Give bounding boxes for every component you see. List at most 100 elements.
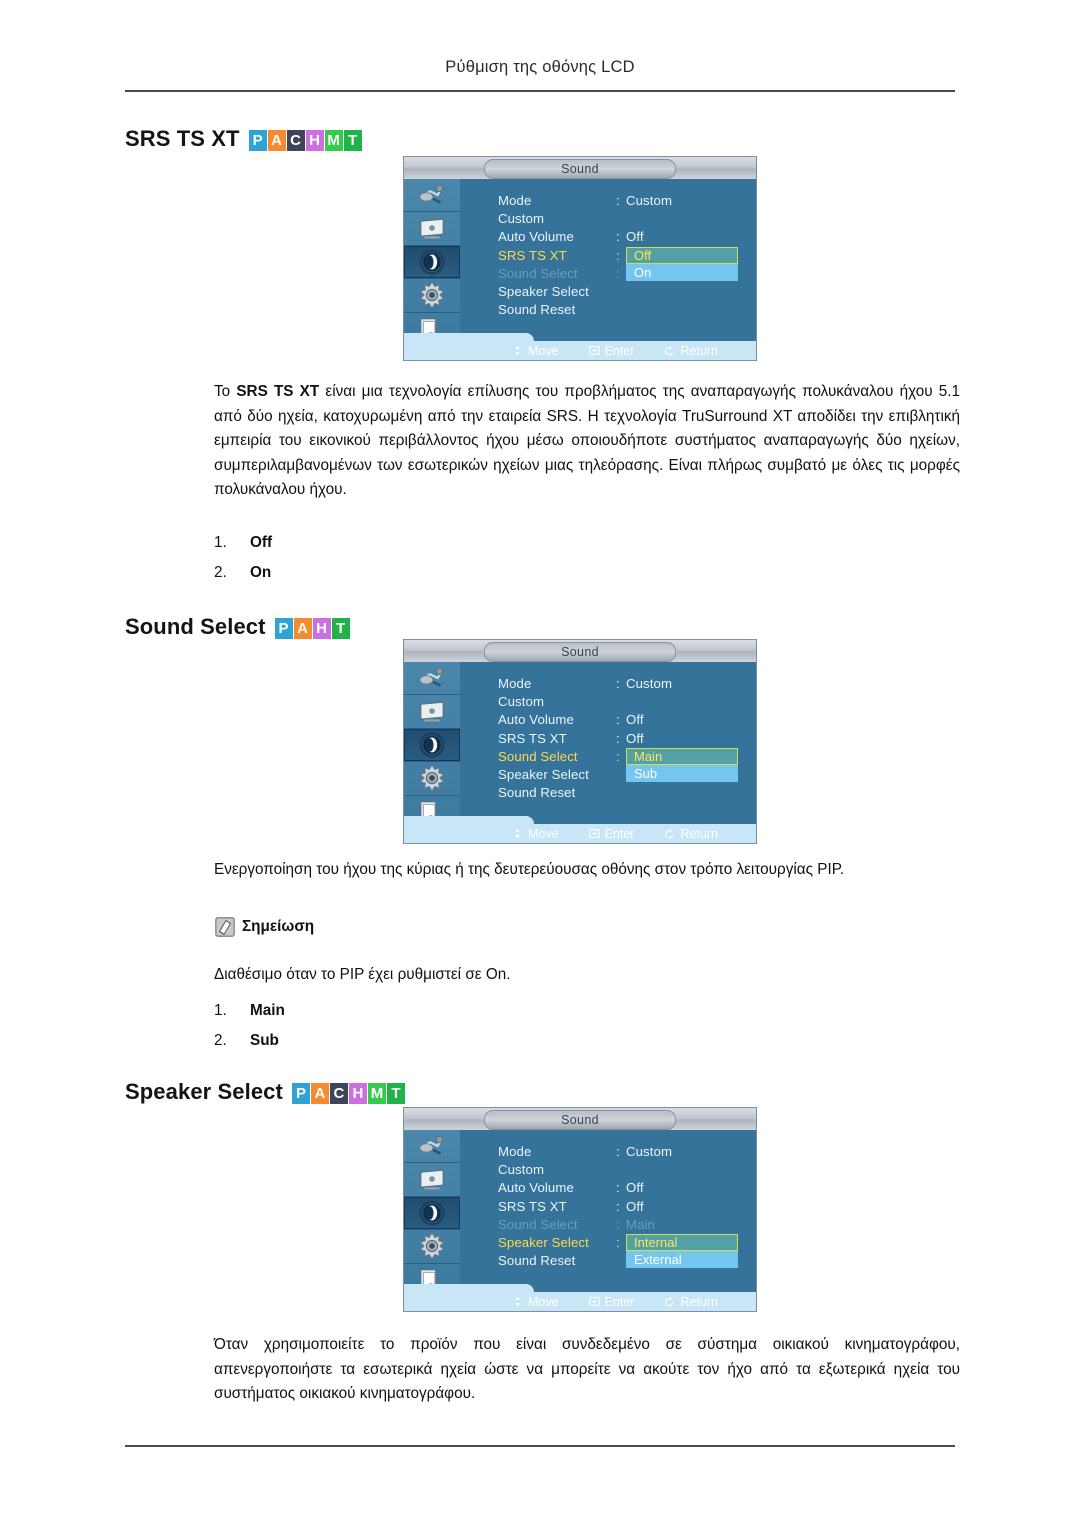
osd-menu-item-srs-ts-xt[interactable]: SRS TS XT: Off [498,1199,750,1217]
osd-footer-enter[interactable]: Enter [588,827,634,841]
model-badge-p: P [248,129,267,151]
osd-menu-item-custom[interactable]: Custom [498,211,750,229]
osd-item-value [626,785,750,803]
osd-item-label: Sound Select [498,1216,578,1232]
setup-gear-icon [419,1232,445,1261]
osd-sidebar [404,179,461,346]
osd-sidebar-item-setup-gear[interactable] [404,279,460,313]
osd-item-label: Sound Select [498,748,578,764]
osd-item-label: Custom [498,1162,545,1178]
osd-option-selected[interactable]: Internal [626,1234,738,1251]
osd-footer-label: Enter [604,1294,635,1309]
osd-menu-item-sound-reset[interactable]: Sound Reset [498,302,750,320]
osd-menu-item-auto-volume[interactable]: Auto Volume: Off [498,712,750,730]
model-badge-h: H [312,617,331,639]
list-item-number: 1. [214,1002,227,1019]
footer-divider [125,1445,955,1447]
osd-item-value [626,694,750,712]
osd-menu-item-srs-ts-xt[interactable]: SRS TS XT: Off [498,731,750,749]
osd-screenshot-speaker-select: Sound Mode: Custom Custom Auto Volume: Off SRS… [404,1108,756,1311]
osd-menu-item-auto-volume[interactable]: Auto Volume: Off [498,1180,750,1198]
note-icon [215,917,235,937]
osd-menu-item-auto-volume[interactable]: Auto Volume: Off [498,229,750,247]
osd-item-colon: : [616,712,620,728]
enter-icon [588,1297,600,1306]
osd-menu-item-mode[interactable]: Mode: Custom [498,1144,750,1162]
osd-menu-item-custom[interactable]: Custom [498,694,750,712]
osd-footer-move[interactable]: Move [512,827,559,841]
osd-footer-enter[interactable]: Enter [588,343,635,358]
osd-sidebar-item-sound[interactable] [404,245,460,280]
osd-title: Sound [484,642,676,662]
osd-sidebar-item-input-source[interactable] [404,179,460,213]
osd-item-colon: : [616,229,620,245]
osd-footer-label: Enter [604,343,635,358]
osd-sidebar-item-sound[interactable] [404,728,460,763]
osd-footer-move[interactable]: Move [512,344,559,358]
osd-item-value: Off [626,229,644,245]
osd-item-value [626,1162,750,1180]
osd-menu-body: Mode: Custom Custom Auto Volume: Off SRS TS X… [460,179,756,341]
osd-item-label: Speaker Select [498,1234,589,1250]
return-icon [665,345,674,356]
section-heading-speaker-select: Speaker Select PACHMT [125,1079,405,1105]
osd-item-value: Off [626,730,644,746]
osd-footer-return[interactable]: Return [664,827,718,841]
osd-title-bar: Sound [404,1108,756,1131]
document-page: Ρύθμιση της οθόνης LCD SRS TS XT PACHMT … [0,0,1080,1527]
osd-item-label: Custom [498,694,545,710]
model-badge-h: H [305,129,324,151]
osd-sidebar-item-picture[interactable] [404,695,460,729]
osd-option-alternate[interactable]: On [626,263,738,281]
osd-sidebar-item-sound[interactable] [404,1196,460,1231]
list-item-number: 1. [214,534,227,551]
input-source-icon [419,1135,444,1155]
osd-option-popup[interactable]: Off On [626,246,738,281]
osd-option-alternate[interactable]: External [626,1251,738,1268]
header-divider [125,90,955,92]
input-source-icon [419,184,444,204]
body-paragraph-sound-select: Ενεργοποίηση του ήχου της κύριας ή της δ… [214,861,845,878]
model-badges: PACHMT [248,129,362,151]
osd-option-popup[interactable]: Main Sub [626,747,738,782]
osd-sidebar-item-input-source[interactable] [404,662,460,696]
osd-menu-item-custom[interactable]: Custom [498,1162,750,1180]
list-item: 1. Off [214,528,614,558]
model-badge-t: T [331,617,350,639]
input-source-icon [419,667,444,687]
osd-item-label: Mode [498,1144,532,1159]
sound-icon [419,1200,445,1226]
model-badges: PACHMT [291,1082,405,1104]
osd-option-selected[interactable]: Main [626,747,738,765]
osd-menu-item-sound-select[interactable]: Sound Select: Main [498,1217,750,1235]
osd-option-alternate[interactable]: Sub [626,764,738,782]
osd-menu-item-speaker-select[interactable]: Speaker Select [498,284,750,302]
osd-screenshot-sound-select: Sound Mode: Custom Custom Auto Volume: Off SRS… [404,640,756,843]
body-paragraph-srs: Το SRS TS XT είναι μια τεχνολογία επίλυσ… [214,383,960,498]
osd-title-bar: Sound [404,640,756,663]
osd-item-label: Sound Reset [498,302,576,318]
osd-sidebar-item-setup-gear[interactable] [404,762,460,796]
osd-item-colon [616,785,626,803]
osd-footer-return[interactable]: Return [664,344,718,358]
osd-sidebar-item-picture[interactable] [404,1163,460,1197]
osd-option-selected[interactable]: Off [626,246,738,264]
osd-footer-enter[interactable]: Enter [588,1294,635,1309]
osd-menu-item-mode[interactable]: Mode: Custom [498,193,750,211]
osd-item-value: Custom [626,676,673,691]
osd-sidebar-item-input-source[interactable] [404,1130,460,1164]
osd-sidebar-item-setup-gear[interactable] [404,1230,460,1264]
osd-item-colon [616,767,626,785]
note-block: Σημείωση [214,916,314,938]
osd-footer-return[interactable]: Return [664,1295,718,1309]
osd-sidebar [404,662,461,829]
osd-footer-bar: Move Enter Return [404,824,756,843]
osd-footer-move[interactable]: Move [512,1295,559,1309]
list-item-value: Off [250,534,273,551]
osd-menu-item-sound-reset[interactable]: Sound Reset [498,785,750,803]
osd-option-popup[interactable]: Internal External [626,1234,738,1268]
osd-sidebar-item-picture[interactable] [404,212,460,246]
list-item: 2. On [214,558,614,588]
osd-menu-rows: Mode: Custom Custom Auto Volume: Off SRS TS X… [498,676,750,803]
osd-menu-item-mode[interactable]: Mode: Custom [498,676,750,694]
